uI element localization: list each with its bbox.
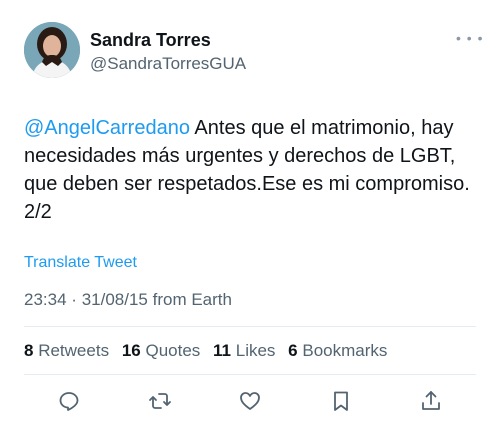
share-icon <box>422 391 440 410</box>
reply-icon <box>59 392 79 411</box>
divider <box>24 326 476 327</box>
translate-tweet-link[interactable]: Translate Tweet <box>24 254 137 272</box>
tweet-time[interactable]: 23:34 <box>24 290 67 309</box>
author-name[interactable]: Sandra Torres <box>90 30 211 51</box>
bookmark-button[interactable] <box>326 386 356 416</box>
tweet-meta: 23:34 · 31/08/15 from Earth <box>24 290 232 310</box>
retweet-icon <box>148 393 171 409</box>
tweet-text: @AngelCarredano Antes que el matrimonio,… <box>24 114 484 226</box>
tweet-source: from Earth <box>152 290 232 309</box>
retweet-button[interactable] <box>145 386 175 416</box>
meta-separator: · <box>71 290 77 309</box>
like-button[interactable] <box>235 386 265 416</box>
divider <box>24 374 476 375</box>
avatar-image <box>24 22 80 78</box>
share-button[interactable] <box>416 386 446 416</box>
mention-link[interactable]: @AngelCarredano <box>24 117 190 139</box>
bookmarks-stat[interactable]: 6 Bookmarks <box>288 341 387 360</box>
heart-icon <box>240 392 260 410</box>
likes-stat[interactable]: 11 Likes <box>213 341 275 360</box>
bookmark-icon <box>333 391 348 411</box>
tweet-date[interactable]: 31/08/15 <box>82 290 148 309</box>
retweets-stat[interactable]: 8 Retweets <box>24 341 109 360</box>
more-horizontal-icon[interactable]: • • • <box>456 30 483 46</box>
author-handle[interactable]: @SandraTorresGUA <box>90 54 246 74</box>
avatar[interactable] <box>24 22 80 78</box>
tweet-stats: 8 Retweets 16 Quotes 11 Likes 6 Bookmark… <box>24 341 395 361</box>
reply-button[interactable] <box>54 386 84 416</box>
action-bar <box>24 386 476 416</box>
quotes-stat[interactable]: 16 Quotes <box>122 341 200 360</box>
